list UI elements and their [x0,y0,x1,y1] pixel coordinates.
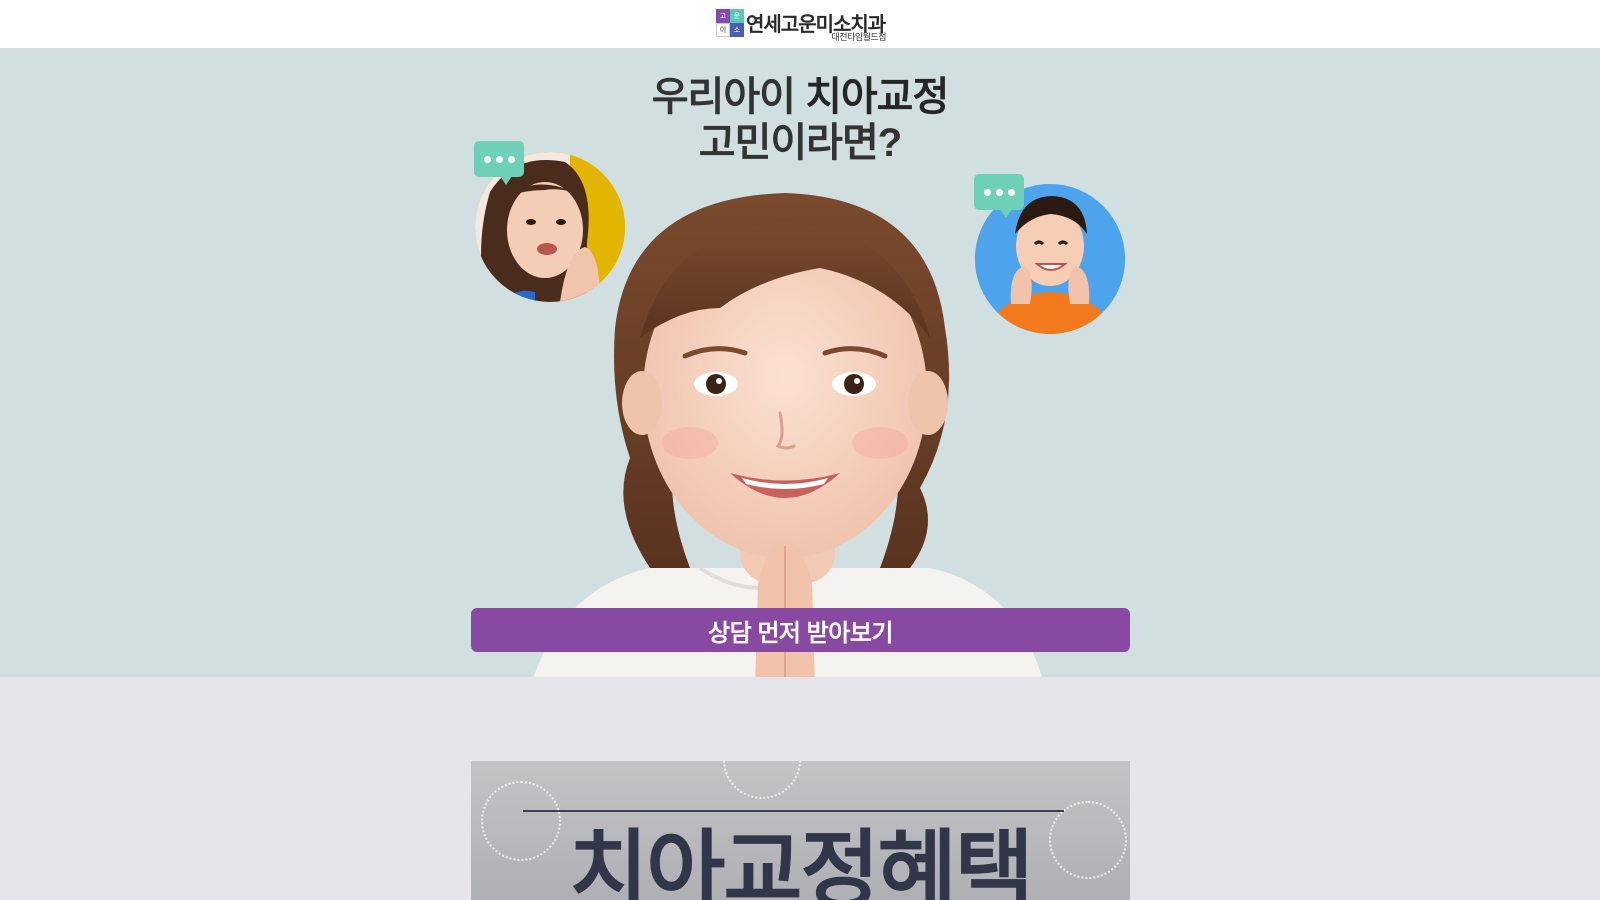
benefits-section: 치아교정혜택 [0,677,1600,900]
logo-text: 연세고운미소치과 대전타임월드점 [746,8,887,43]
logo-mark-cell: 운 [730,9,744,23]
logo-mark-cell: 고 [716,9,730,23]
banner-title: 치아교정혜택 [569,823,1034,900]
logo-branch: 대전타임월드점 [831,33,887,43]
consultation-button[interactable]: 상담 먼저 받아보기 [471,608,1130,652]
logo-mark-icon: 고 운 이 소 [716,9,744,37]
hero-title-part1: 우리아이 [651,75,806,119]
logo-mark-cell: 소 [730,23,744,37]
chat-bubble-icon [974,174,1024,218]
hero-section: 우리아이 치아교정 고민이라면? 상담 먼저 받아보기 [0,48,1600,677]
clinic-logo[interactable]: 고 운 이 소 연세고운미소치과 대전타임월드점 [716,8,887,43]
banner-divider [523,810,1064,812]
site-header: 고 운 이 소 연세고운미소치과 대전타임월드점 [0,0,1600,48]
logo-mark-cell: 이 [716,23,730,37]
sparkle-decoration [723,761,801,799]
hero-title-line2: 고민이라면? [698,121,902,165]
hero-title: 우리아이 치아교정 고민이라면? [0,74,1600,166]
hero-title-part2: 치아교정 [805,75,949,119]
chat-bubble-icon [474,141,524,185]
benefits-banner: 치아교정혜택 [471,761,1130,900]
